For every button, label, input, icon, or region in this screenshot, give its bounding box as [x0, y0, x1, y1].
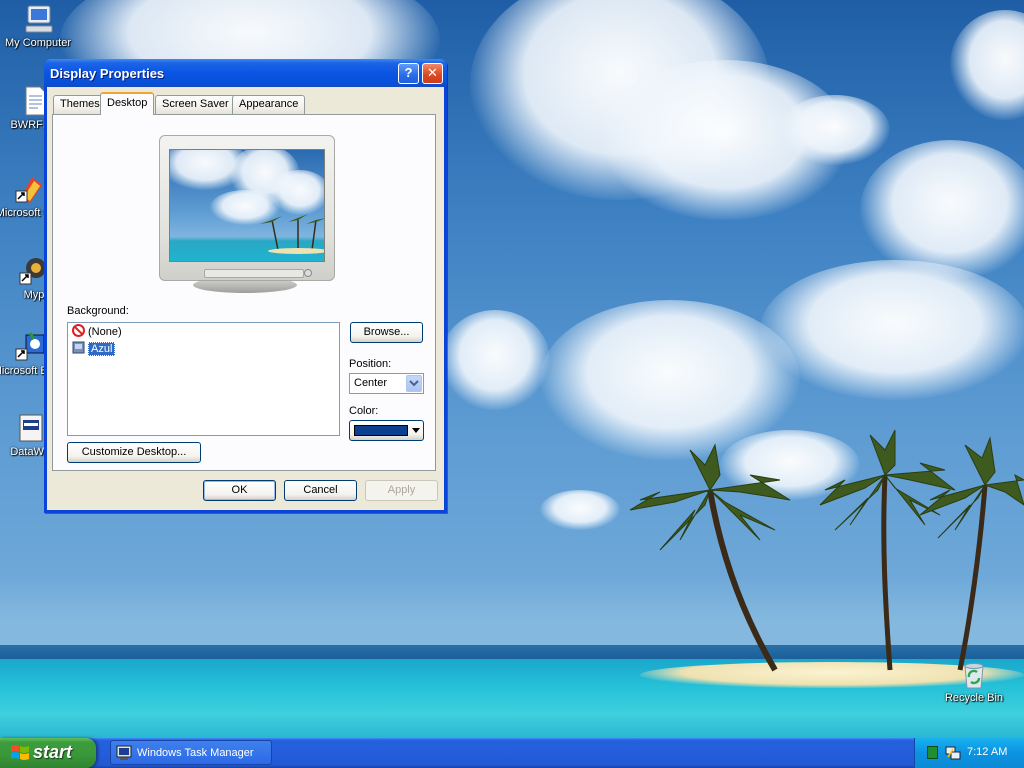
browse-button[interactable]: Browse... [350, 322, 423, 343]
wallpaper-cloud [540, 490, 620, 530]
chevron-down-icon[interactable] [406, 375, 422, 392]
window-title: Display Properties [50, 66, 165, 81]
desktop-icon-my-computer[interactable]: My Computer [0, 3, 76, 49]
ok-button[interactable]: OK [203, 480, 276, 501]
preview-palm-trees [260, 214, 324, 254]
desktop-tab-panel: Background: (None) Azul Browse... Positi… [52, 114, 436, 471]
wallpaper-cloud [950, 10, 1024, 120]
taskbar-item-task-manager[interactable]: Windows Task Manager [110, 740, 272, 765]
image-file-icon [72, 341, 85, 354]
display-properties-window: Display Properties ? ✕ Themes Desktop Sc… [44, 59, 447, 513]
task-manager-tray-icon[interactable] [927, 746, 938, 759]
clock: 7:12 AM [967, 746, 1008, 758]
color-label: Color: [349, 405, 379, 417]
close-icon: ✕ [427, 65, 438, 80]
selected-background-label: Azul [88, 342, 116, 356]
my-computer-icon [22, 3, 54, 35]
wallpaper-cloud [860, 140, 1024, 280]
none-icon [72, 324, 85, 337]
help-button[interactable]: ? [398, 63, 419, 84]
monitor-bezel [204, 269, 304, 278]
color-swatch [354, 425, 408, 436]
application-icon [14, 412, 46, 444]
position-select[interactable]: Center [349, 373, 424, 394]
close-button[interactable]: ✕ [422, 63, 443, 84]
tab-desktop[interactable]: Desktop [100, 92, 155, 115]
network-icon[interactable] [945, 745, 961, 761]
shortcut-icon [14, 173, 46, 205]
position-value: Center [354, 377, 388, 389]
list-item[interactable]: Azul [72, 341, 116, 357]
taskbar: start Windows Task Manager 7:12 AM [0, 738, 1024, 768]
wallpaper-palm-trees [629, 430, 1024, 672]
task-manager-icon [116, 745, 132, 760]
desktop-icon-recycle-bin[interactable]: Recycle Bin [936, 658, 1012, 704]
start-button[interactable]: start [0, 738, 96, 768]
background-label: Background: [67, 305, 129, 317]
recycle-bin-icon [958, 658, 990, 690]
triangle-down-icon [412, 428, 420, 433]
system-tray: 7:12 AM [914, 738, 1024, 768]
tab-themes[interactable]: Themes [53, 95, 107, 114]
cancel-button[interactable]: Cancel [284, 480, 357, 501]
background-list[interactable]: (None) Azul [67, 322, 340, 436]
wallpaper-cloud [440, 310, 550, 410]
color-picker-button[interactable] [349, 420, 424, 441]
shortcut-icon [14, 331, 46, 363]
monitor-power-icon [304, 269, 312, 277]
windows-logo-icon [11, 745, 29, 760]
title-bar[interactable]: Display Properties ? ✕ [44, 59, 447, 87]
wallpaper-cloud [780, 95, 890, 165]
customize-desktop-button[interactable]: Customize Desktop... [67, 442, 201, 463]
position-label: Position: [349, 358, 392, 370]
monitor-preview [159, 135, 335, 281]
tab-appearance[interactable]: Appearance [232, 95, 306, 114]
list-item[interactable]: (None) [72, 324, 122, 340]
dialog-client-area: Themes Desktop Screen Saver Appearance B… [47, 87, 444, 510]
wallpaper-preview [169, 149, 325, 262]
apply-button[interactable]: Apply [365, 480, 438, 501]
tab-screen-saver[interactable]: Screen Saver [155, 95, 236, 114]
